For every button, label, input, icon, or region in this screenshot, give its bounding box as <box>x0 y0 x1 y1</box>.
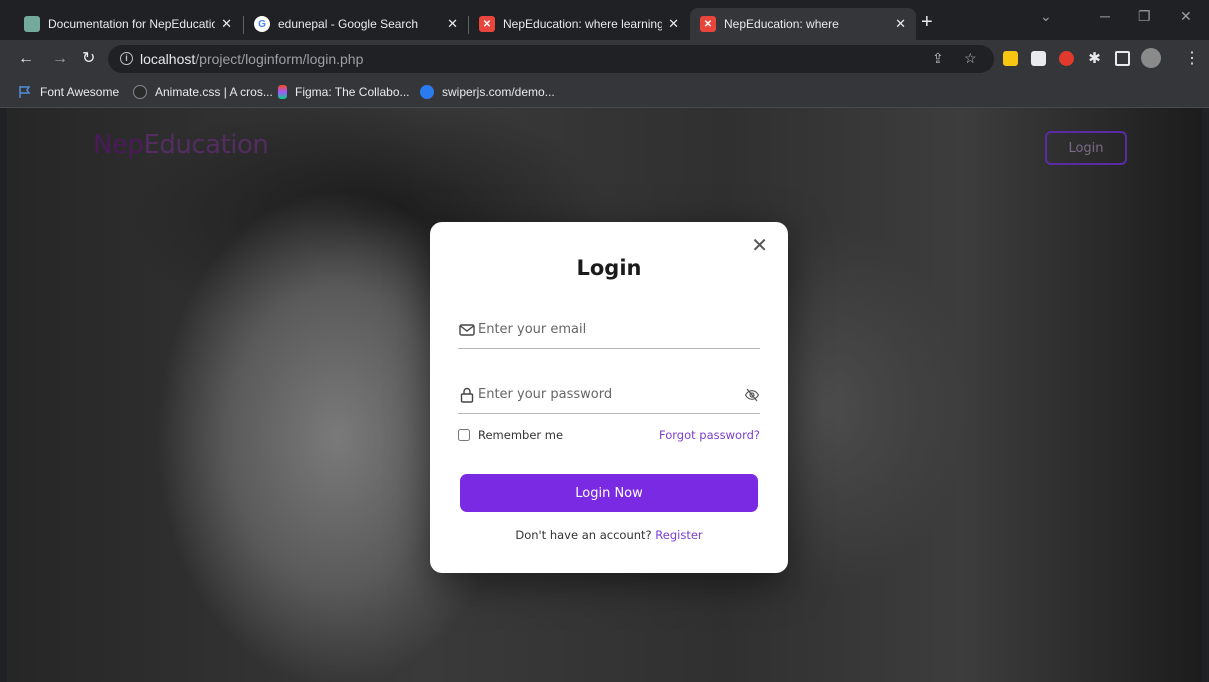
close-icon[interactable]: ✕ <box>751 236 768 256</box>
reload-icon[interactable]: ↻ <box>82 49 95 69</box>
login-modal: ✕ Login Remember me <box>430 222 788 573</box>
tab-nepeducation-1[interactable]: ✕ NepEducation: where learning ar ✕ <box>469 8 689 40</box>
tab-title: NepEducation: where learning ar <box>503 17 663 31</box>
profile-avatar[interactable] <box>1141 48 1161 68</box>
url-host: localhost <box>140 51 196 67</box>
tab-search-icon[interactable]: ⌄ <box>1040 8 1052 25</box>
close-tab-icon[interactable]: ✕ <box>221 16 232 32</box>
extension-notes-icon[interactable] <box>1003 51 1018 66</box>
envelope-icon <box>459 323 475 336</box>
modal-title: Login <box>576 256 642 280</box>
info-icon[interactable]: i <box>120 52 133 65</box>
bookmark-label: swiperjs.com/demo... <box>442 85 555 99</box>
email-input[interactable] <box>478 314 760 345</box>
bookmark-font-awesome[interactable]: Font Awesome <box>18 85 119 99</box>
nepedu-icon: ✕ <box>479 16 495 32</box>
figma-icon <box>278 85 287 99</box>
nepedu-icon: ✕ <box>700 16 716 32</box>
remember-label: Remember me <box>478 428 564 442</box>
options-row: Remember me Forgot password? <box>458 428 760 442</box>
window-close-icon[interactable]: ✕ <box>1180 8 1192 25</box>
lock-icon <box>460 387 474 403</box>
chatgpt-icon <box>24 16 40 32</box>
password-input[interactable] <box>478 379 744 410</box>
register-link[interactable]: Register <box>655 528 702 542</box>
signup-text: Don't have an account? <box>515 528 652 542</box>
close-tab-icon[interactable]: ✕ <box>668 16 679 32</box>
url-path: /project/loginform/login.php <box>195 51 364 67</box>
tab-title: Documentation for NepEducatio <box>48 17 216 31</box>
forgot-password-link[interactable]: Forgot password? <box>659 428 760 442</box>
bookmark-label: Font Awesome <box>40 85 120 99</box>
address-bar[interactable]: i localhost/project/loginform/login.php … <box>108 45 994 73</box>
back-icon[interactable]: ← <box>18 49 34 69</box>
tab-strip: Documentation for NepEducatio ✕ G edunep… <box>0 0 1209 40</box>
bookmark-animate-css[interactable]: Animate.css | A cros... <box>133 85 273 99</box>
google-icon: G <box>254 16 270 32</box>
remember-checkbox[interactable] <box>458 429 470 441</box>
tab-documentation[interactable]: Documentation for NepEducatio ✕ <box>14 8 242 40</box>
eye-slash-icon[interactable] <box>744 387 760 403</box>
tab-nepeducation-active[interactable]: ✕ NepEducation: where ✕ <box>690 8 916 40</box>
remember-me[interactable]: Remember me <box>458 428 563 442</box>
swiper-icon <box>420 85 434 99</box>
logo-part-2: Education <box>143 130 269 160</box>
bookmark-label: Animate.css | A cros... <box>155 85 273 99</box>
browser-menu-icon[interactable]: ⋮ <box>1184 49 1200 69</box>
animate-icon <box>133 85 147 99</box>
email-field <box>458 311 760 349</box>
bookmark-star-icon[interactable]: ☆ <box>964 50 977 67</box>
flag-icon <box>19 86 31 98</box>
bookmarks-bar: Font Awesome Animate.css | A cros... Fig… <box>0 78 1209 108</box>
bookmark-figma[interactable]: Figma: The Collabo... <box>278 85 410 99</box>
extension-pdf-icon[interactable] <box>1031 51 1046 66</box>
forward-icon[interactable]: → <box>52 49 68 69</box>
site-logo[interactable]: NepEducation <box>93 130 269 160</box>
browser-toolbar: ← → ↻ i localhost/project/loginform/logi… <box>0 40 1209 78</box>
tab-google-search[interactable]: G edunepal - Google Search ✕ <box>244 8 468 40</box>
new-tab-icon[interactable]: + <box>921 12 933 32</box>
bookmark-label: Figma: The Collabo... <box>295 85 410 99</box>
extensions-puzzle-icon[interactable]: ✱ <box>1087 51 1102 66</box>
close-tab-icon[interactable]: ✕ <box>447 16 458 32</box>
url-text: localhost/project/loginform/login.php <box>140 51 363 67</box>
minimize-icon[interactable]: ─ <box>1100 8 1110 24</box>
close-tab-icon[interactable]: ✕ <box>895 16 906 32</box>
header-login-button[interactable]: Login <box>1045 131 1127 165</box>
bookmark-swiperjs[interactable]: swiperjs.com/demo... <box>420 85 555 99</box>
share-icon[interactable]: ⇪ <box>932 50 944 67</box>
login-now-button[interactable]: Login Now <box>460 474 758 512</box>
signup-prompt: Don't have an account? Register <box>430 528 788 542</box>
tab-title: NepEducation: where <box>724 17 839 31</box>
password-field <box>458 376 760 414</box>
side-panel-icon[interactable] <box>1115 51 1130 66</box>
page-viewport: NepEducation Login ✕ Login Enter your em… <box>7 108 1202 682</box>
tab-title: edunepal - Google Search <box>278 17 419 31</box>
logo-part-1: Nep <box>93 130 144 160</box>
restore-icon[interactable]: ❐ <box>1138 8 1151 25</box>
extension-adblock-icon[interactable] <box>1059 51 1074 66</box>
